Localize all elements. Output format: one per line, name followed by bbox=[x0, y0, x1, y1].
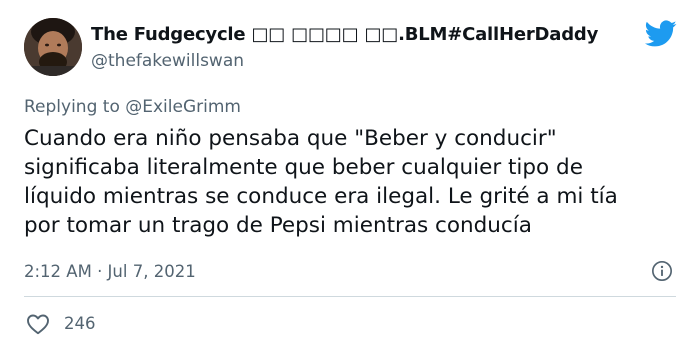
tweet-card: The Fudgecycle □□ □□□□ □□.BLM#CallHerDad… bbox=[0, 0, 700, 350]
divider bbox=[24, 296, 676, 297]
tweet-text-line: Cuando era niño pensaba que "Beber y con… bbox=[24, 126, 557, 151]
tweet-text-line: por tomar un trago de Pepsi mientras con… bbox=[24, 213, 532, 238]
replying-to: Replying to @ExileGrimm bbox=[24, 97, 241, 117]
tweet-timestamp[interactable]: 2:12 AM · Jul 7, 2021 bbox=[24, 262, 196, 281]
like-count: 246 bbox=[64, 314, 96, 333]
reply-mention-link[interactable]: @ExileGrimm bbox=[125, 97, 241, 117]
tweet-text-line: líquido mientras se conduce era ilegal. … bbox=[24, 184, 618, 209]
tweet-text-line: significaba literalmente que beber cualq… bbox=[24, 155, 583, 180]
user-handle[interactable]: @thefakewillswan bbox=[91, 51, 244, 71]
twitter-bird-icon[interactable] bbox=[645, 20, 677, 48]
tweet-text: Cuando era niño pensaba que "Beber y con… bbox=[24, 124, 684, 240]
info-icon[interactable] bbox=[651, 260, 673, 282]
replying-prefix: Replying to bbox=[24, 97, 120, 117]
heart-icon[interactable] bbox=[26, 313, 50, 335]
display-name[interactable]: The Fudgecycle □□ □□□□ □□.BLM#CallHerDad… bbox=[91, 24, 598, 45]
avatar-image bbox=[24, 18, 82, 76]
avatar[interactable] bbox=[24, 18, 82, 76]
